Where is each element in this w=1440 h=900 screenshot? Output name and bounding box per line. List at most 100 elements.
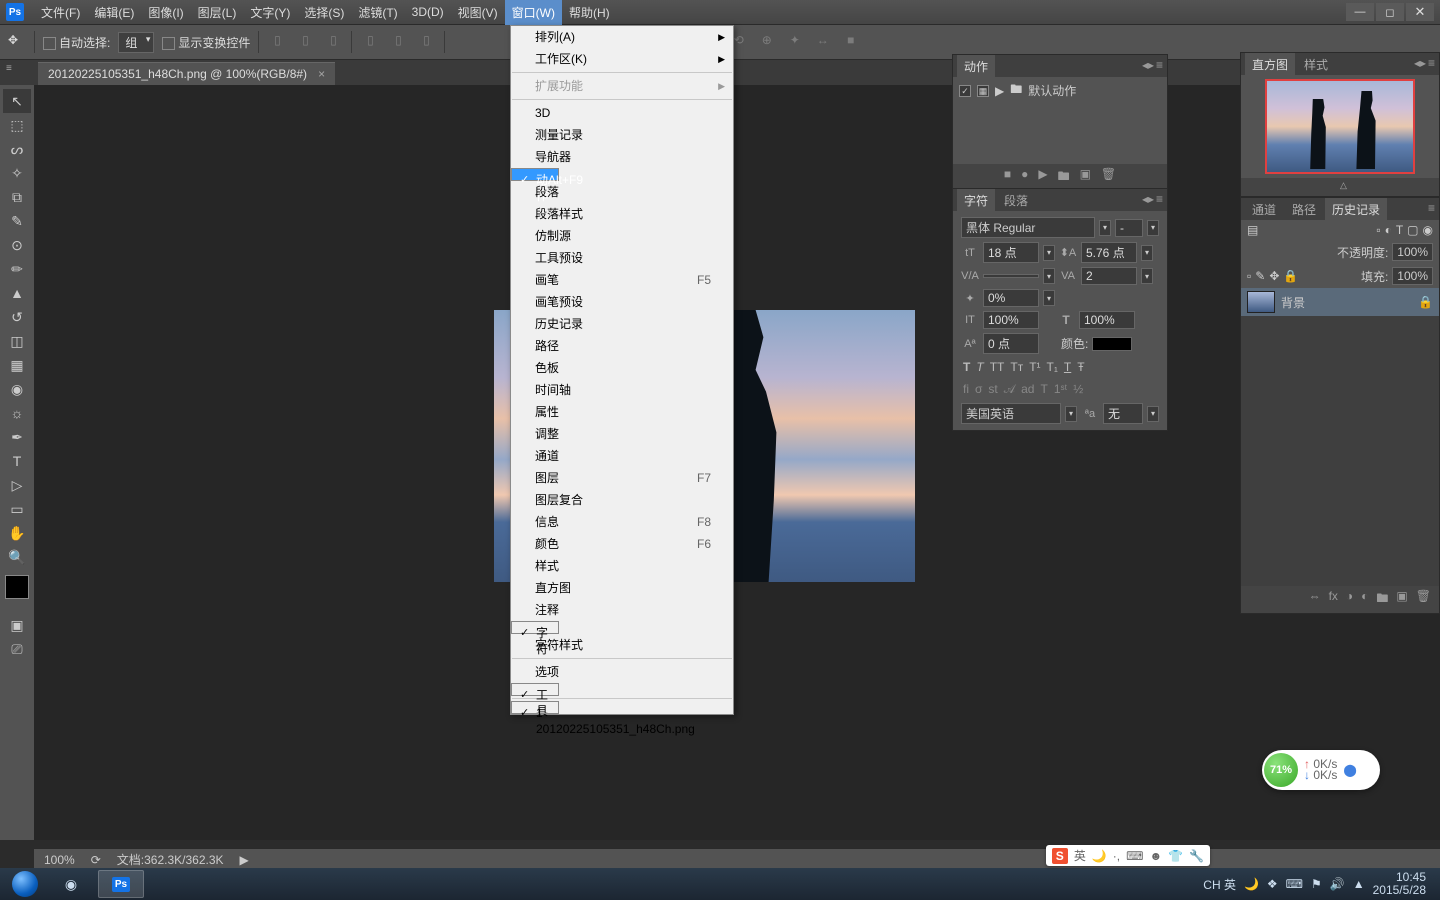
ime-skin-icon[interactable]: 👕 (1168, 849, 1183, 863)
action-dialog-icon[interactable]: ▦ (977, 85, 989, 97)
mask-icon[interactable]: ◑ (1346, 589, 1353, 610)
opentype-t[interactable]: T (1040, 382, 1047, 397)
3d-btn-5[interactable]: ■ (841, 33, 861, 51)
action-check-icon[interactable]: ✓ (959, 85, 971, 97)
leading-dd-icon[interactable]: ▾ (1141, 245, 1153, 261)
zoom-tool[interactable]: 🔍 (3, 545, 31, 569)
link-layers-icon[interactable]: ⇔ (1309, 589, 1321, 610)
tray-icon-4[interactable]: ⚑ (1311, 877, 1322, 891)
play-icon[interactable]: ▶ (1038, 167, 1047, 188)
kerning-field[interactable] (983, 274, 1039, 278)
superscript-button[interactable]: T¹ (1029, 360, 1040, 374)
dodge-tool[interactable]: ☼ (3, 401, 31, 425)
menu-item[interactable]: 排列(A) (511, 26, 733, 48)
ime-toolbar[interactable]: S 英 🌙 ·, ⌨ ☻ 👕 🔧 (1046, 845, 1210, 866)
menu-filter[interactable]: 滤镜(T) (351, 0, 404, 25)
menu-item[interactable]: 段落样式 (511, 203, 733, 225)
text-color-swatch[interactable] (1092, 337, 1132, 351)
menu-item[interactable]: 颜色F6 (511, 533, 733, 555)
menu-item[interactable]: 画笔F5 (511, 269, 733, 291)
ime-tool-icon[interactable]: 🔧 (1189, 849, 1204, 863)
leading-field[interactable]: 5.76 点 (1081, 242, 1137, 263)
ime-indicator[interactable]: CH 英 (1203, 876, 1236, 893)
history-tab[interactable]: 历史记录 (1325, 198, 1387, 221)
menu-item[interactable]: 字符 (511, 621, 559, 634)
blend-mode-icon[interactable]: ▤ (1247, 223, 1258, 237)
tracking-field[interactable]: 2 (1081, 267, 1137, 285)
menu-item[interactable]: 3D (511, 102, 733, 124)
panel-menu-icon[interactable]: ≡ (1428, 56, 1435, 70)
minimize-button[interactable]: — (1346, 3, 1374, 21)
underline-button[interactable]: T (1064, 360, 1071, 374)
ime-punct-icon[interactable]: ·, (1113, 849, 1120, 863)
taskbar-photoshop[interactable]: Ps (98, 870, 144, 898)
gradient-tool[interactable]: ▦ (3, 353, 31, 377)
new-action-icon[interactable]: ▣ (1080, 167, 1091, 188)
panel-collapse-icon[interactable]: ◂▸ (1414, 56, 1426, 70)
menu-item[interactable]: 信息F8 (511, 511, 733, 533)
history-brush-tool[interactable]: ↺ (3, 305, 31, 329)
menu-3d[interactable]: 3D(D) (405, 1, 451, 23)
fill-field[interactable]: 100% (1392, 267, 1433, 285)
menu-item[interactable]: 注释 (511, 599, 733, 621)
menu-item[interactable]: 属性 (511, 401, 733, 423)
reset-icon[interactable]: ⟳ (91, 853, 101, 867)
opentype-sigma[interactable]: σ (975, 382, 982, 397)
opentype-fi[interactable]: fi (963, 382, 969, 397)
document-tab[interactable]: 20120225105351_h48Ch.png @ 100%(RGB/8#) … (38, 62, 335, 85)
menu-item[interactable]: 1 20120225105351_h48Ch.png (511, 701, 559, 714)
align-btn-5[interactable]: ▯ (388, 33, 408, 51)
menu-item[interactable]: 工具 (511, 683, 559, 696)
align-btn-1[interactable]: ▯ (267, 33, 287, 51)
move-tool[interactable]: ↖ (3, 89, 31, 113)
paragraph-tab[interactable]: 段落 (997, 189, 1035, 212)
font-dd-icon[interactable]: ▾ (1099, 220, 1111, 236)
menu-type[interactable]: 文字(Y) (243, 0, 297, 25)
menu-item[interactable]: 调整 (511, 423, 733, 445)
start-button[interactable] (6, 870, 44, 898)
menu-item[interactable]: 通道 (511, 445, 733, 467)
kerning-pct[interactable]: 0% (983, 289, 1039, 307)
antialias-dropdown[interactable]: 无 (1103, 403, 1143, 424)
hand-tool[interactable]: ✋ (3, 521, 31, 545)
close-button[interactable]: ✕ (1406, 3, 1434, 21)
filter-icon-4[interactable]: ▢ (1407, 223, 1418, 237)
opentype-st[interactable]: st (988, 382, 997, 397)
menu-layer[interactable]: 图层(L) (191, 0, 244, 25)
layer-row-background[interactable]: 背景 🔒 (1241, 288, 1439, 316)
auto-select-dropdown[interactable]: 组 (118, 32, 154, 53)
shape-tool[interactable]: ▭ (3, 497, 31, 521)
menu-item[interactable]: 色板 (511, 357, 733, 379)
tab-pin-icon[interactable]: ≡ (6, 63, 12, 74)
navigator-thumbnail[interactable] (1265, 79, 1415, 174)
size-dd-icon[interactable]: ▾ (1043, 245, 1055, 261)
lasso-tool[interactable]: ᔕ (3, 137, 31, 161)
folder-expand-icon[interactable]: ▶ (995, 84, 1004, 98)
lang-dd-icon[interactable]: ▾ (1065, 406, 1077, 422)
menu-item[interactable]: 字符样式 (511, 634, 733, 656)
menu-item[interactable]: 样式 (511, 555, 733, 577)
status-expand-icon[interactable]: ▶ (240, 853, 249, 867)
maximize-button[interactable]: ◻ (1376, 3, 1404, 21)
pen-tool[interactable]: ✒ (3, 425, 31, 449)
adjustment-icon[interactable]: ◐ (1361, 589, 1368, 610)
3d-btn-3[interactable]: ✦ (785, 33, 805, 51)
record-icon[interactable]: ● (1021, 167, 1028, 188)
new-layer-icon[interactable]: ▣ (1396, 589, 1407, 610)
character-tab[interactable]: 字符 (957, 189, 995, 212)
menu-edit[interactable]: 编辑(E) (87, 0, 141, 25)
track-dd-icon[interactable]: ▾ (1141, 268, 1153, 284)
lock-icon-1[interactable]: ▫ (1247, 269, 1251, 283)
style-dd-icon[interactable]: ▾ (1147, 220, 1159, 236)
show-transform-checkbox[interactable]: 显示变换控件 (162, 34, 250, 51)
bold-button[interactable]: T (963, 360, 970, 374)
group-icon[interactable]: 🖿 (1376, 589, 1388, 610)
smallcaps-button[interactable]: Tᴛ (1010, 360, 1023, 374)
tray-icon-1[interactable]: 🌙 (1244, 877, 1259, 891)
trash-icon[interactable]: 🗑 (1101, 167, 1116, 188)
menu-window[interactable]: 窗口(W) (505, 0, 562, 25)
menu-image[interactable]: 图像(I) (141, 0, 190, 25)
histogram-tab[interactable]: 直方图 (1245, 53, 1295, 76)
aa-dd-icon[interactable]: ▾ (1147, 406, 1159, 422)
opentype-ad[interactable]: ad (1021, 382, 1034, 397)
